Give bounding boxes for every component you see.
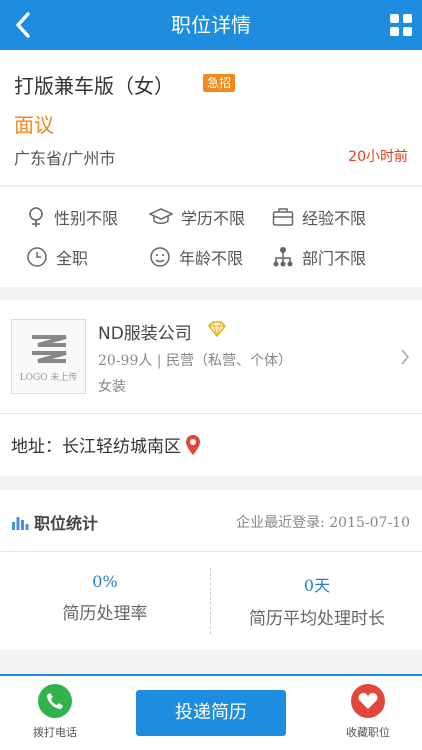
- salary: 面议: [14, 113, 54, 137]
- last-login: 企业最近登录: 2015-07-10: [236, 515, 410, 531]
- job-title: 打版兼车版（女）: [14, 74, 174, 98]
- grid-menu-icon[interactable]: [390, 14, 412, 36]
- stat-value: 0%: [92, 572, 118, 591]
- company-name[interactable]: ND服装公司: [98, 319, 192, 344]
- company-section: LOGO 未上传 ND服装公司 20-99人 | 民营（私营、个体） 女装 地址…: [0, 300, 422, 476]
- job-requirements: 性别不限 学历不限 经验不限 全职 年龄不限 部门不限: [0, 187, 422, 287]
- requirement-age: 年龄不限: [149, 244, 243, 270]
- chevron-right-icon[interactable]: [400, 348, 410, 366]
- location-pin-icon: [186, 434, 200, 455]
- stat-avg-time: 0天 简历平均处理时长: [212, 552, 422, 650]
- requirement-education: 学历不限: [149, 204, 245, 230]
- gender-icon: [29, 207, 43, 227]
- education-icon: [149, 208, 173, 224]
- statistics-header: 职位统计 企业最近登录: 2015-07-10: [0, 490, 422, 552]
- top-navigation-bar: 职位详情: [0, 0, 422, 50]
- stat-label: 简历处理率: [62, 604, 148, 624]
- statistics-title: 职位统计: [11, 510, 98, 534]
- bar-chart-icon: [12, 517, 29, 530]
- logo-caption: LOGO 未上传: [19, 373, 78, 383]
- job-summary: 打版兼车版（女） 急招 面议 广东省/广州市 20小时前: [0, 50, 422, 186]
- call-button[interactable]: 拨打电话: [15, 684, 95, 740]
- stat-value: 0天: [303, 576, 331, 595]
- logo-placeholder-icon: [32, 335, 67, 363]
- company-industry: 女装: [98, 379, 126, 395]
- phone-icon: [38, 684, 72, 718]
- stats-divider: [210, 568, 211, 634]
- company-logo: LOGO 未上传: [11, 319, 86, 394]
- company-meta: 20-99人 | 民营（私营、个体）: [98, 353, 292, 369]
- divider: [0, 413, 422, 414]
- job-location: 广东省/广州市: [14, 149, 116, 168]
- heart-icon: [351, 684, 385, 718]
- diamond-icon: [208, 321, 226, 337]
- stat-resume-rate: 0% 简历处理率: [0, 552, 210, 650]
- clock-icon: [27, 247, 47, 267]
- stat-label: 简历平均处理时长: [249, 609, 385, 629]
- company-address[interactable]: 地址：长江轻纺城南区: [11, 432, 201, 457]
- age-icon: [150, 247, 170, 267]
- requirement-job-type: 全职: [26, 244, 88, 270]
- page-title: 职位详情: [171, 13, 251, 37]
- experience-icon: [272, 208, 294, 226]
- department-icon: [273, 247, 293, 267]
- requirement-experience: 经验不限: [272, 204, 366, 230]
- bottom-action-bar: 拨打电话 投递简历 收藏职位: [0, 674, 422, 750]
- posted-time: 20小时前: [348, 149, 408, 165]
- urgent-badge: 急招: [203, 74, 236, 92]
- requirement-gender: 性别不限: [26, 204, 118, 230]
- requirement-department: 部门不限: [272, 244, 366, 270]
- favorite-button[interactable]: 收藏职位: [328, 684, 408, 740]
- job-statistics: 职位统计 企业最近登录: 2015-07-10 0% 简历处理率 0天 简历平均…: [0, 490, 422, 650]
- apply-button[interactable]: 投递简历: [136, 690, 286, 736]
